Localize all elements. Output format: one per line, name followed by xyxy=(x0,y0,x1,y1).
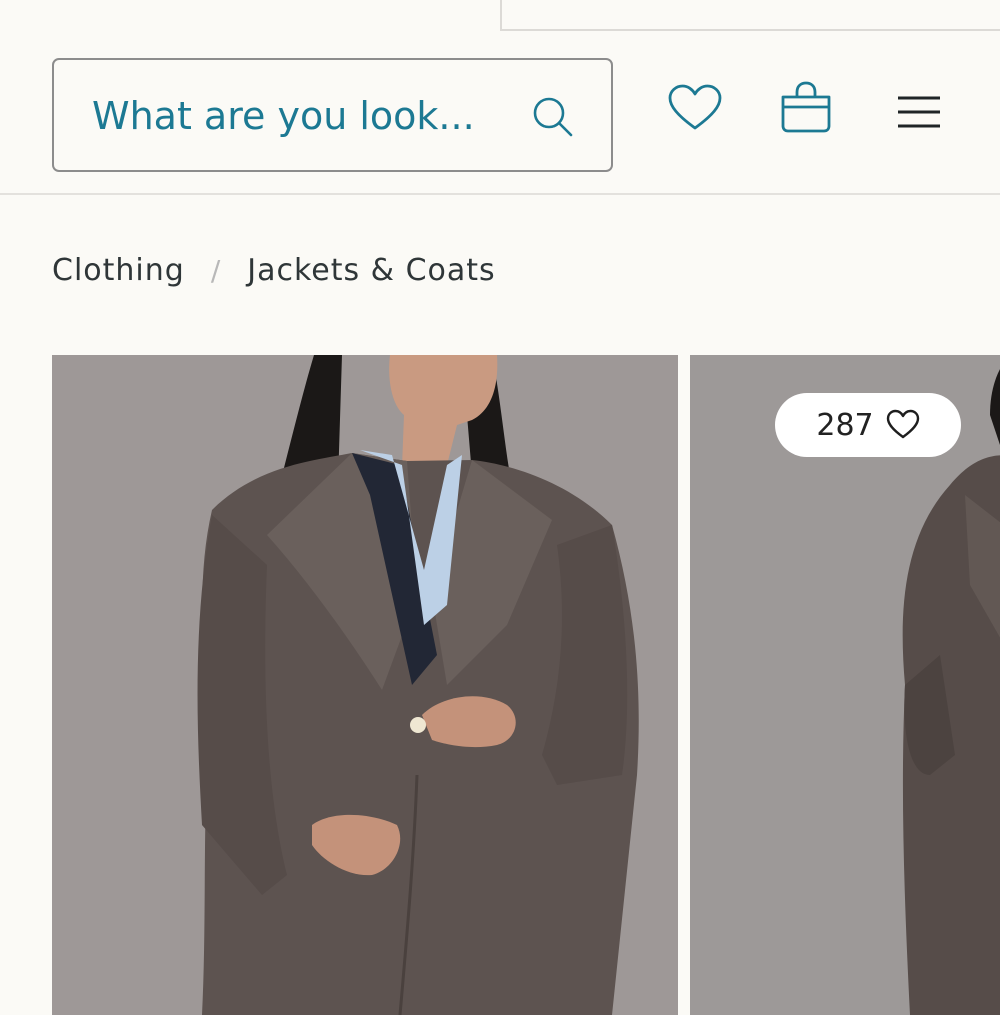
breadcrumb-separator: / xyxy=(210,253,222,287)
search-input[interactable] xyxy=(92,88,512,144)
search-icon[interactable] xyxy=(530,94,576,140)
breadcrumb-item-clothing[interactable]: Clothing xyxy=(52,253,185,288)
heart-icon[interactable] xyxy=(886,408,920,442)
site-header xyxy=(0,0,1000,195)
likes-badge[interactable]: 287 xyxy=(775,393,961,457)
product-card[interactable] xyxy=(52,355,678,1015)
product-card[interactable]: 287 xyxy=(690,355,1000,1015)
shopping-bag-icon[interactable] xyxy=(778,80,834,136)
search-bar[interactable] xyxy=(52,58,613,172)
product-image[interactable] xyxy=(52,355,678,1015)
breadcrumb: Clothing / Jackets & Coats xyxy=(52,248,496,292)
breadcrumb-item-jackets-coats[interactable]: Jackets & Coats xyxy=(247,253,495,288)
wishlist-heart-icon[interactable] xyxy=(667,82,723,138)
likes-count: 287 xyxy=(816,407,874,443)
hamburger-menu-icon[interactable] xyxy=(892,86,948,142)
